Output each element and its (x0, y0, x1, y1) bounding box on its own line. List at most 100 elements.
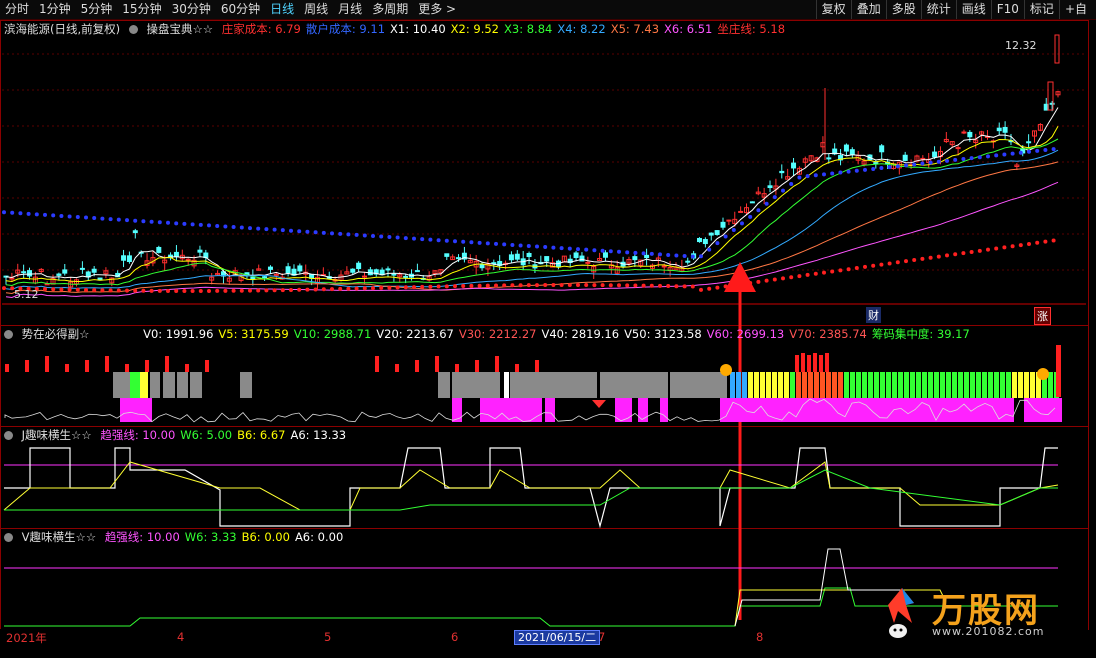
signal-block (660, 398, 668, 422)
cost-dot (813, 173, 818, 178)
indicator-menu-icon[interactable] (128, 25, 138, 34)
signal-block (120, 398, 152, 422)
cost-dot (1010, 244, 1015, 249)
cost-dot (649, 283, 654, 288)
cost-dot (354, 286, 359, 291)
cost-dot (969, 249, 974, 254)
cost-dot (1018, 243, 1023, 248)
main-indicator-name[interactable]: 操盘宝典☆☆ (146, 22, 213, 36)
indicator-value: V70: 2385.74 (789, 327, 867, 341)
cost-dot (551, 245, 556, 250)
cost-dot (84, 287, 88, 292)
axis-label: 2021年 (6, 631, 47, 645)
indicator-value: V0: 1991.96 (143, 327, 214, 341)
watermark-url: www.201082.com (932, 625, 1045, 638)
cost-dot (141, 288, 146, 293)
limit-up-mark[interactable]: 涨 (1034, 307, 1051, 325)
cost-dot (215, 223, 220, 228)
cost-dot (781, 276, 785, 281)
indicator-menu-icon[interactable] (4, 431, 13, 440)
cost-dot (822, 270, 826, 275)
cost-dot (764, 201, 769, 206)
status-bar (976, 372, 981, 398)
volume-bar (415, 360, 419, 372)
panel4-indicator-name[interactable]: V趣味横生☆☆ (22, 530, 97, 544)
cost-dot (469, 240, 474, 245)
cost-dot (125, 288, 129, 293)
cost-dot (1035, 240, 1040, 245)
cost-dot (239, 288, 244, 293)
cost-dot (108, 288, 113, 293)
indicator-value: V40: 2819.16 (541, 327, 620, 341)
status-bar (163, 372, 175, 398)
cost-dot (387, 235, 392, 240)
indicator-menu-icon[interactable] (4, 533, 13, 542)
candle-body (385, 268, 391, 271)
indicator-value: X4: 8.22 (557, 22, 606, 36)
cost-dot (608, 249, 613, 254)
cost-dot (395, 285, 400, 290)
candle-body (602, 252, 608, 258)
cost-dot (805, 272, 810, 277)
cost-dot (494, 241, 498, 246)
status-bar (1012, 372, 1017, 398)
cost-dot (945, 253, 949, 258)
candle-body (544, 256, 550, 262)
cost-dot (666, 284, 671, 289)
status-bar (670, 372, 727, 398)
cost-dot (625, 250, 630, 255)
cost-dot (608, 283, 613, 288)
signal-block (638, 398, 648, 422)
cost-dot (715, 241, 720, 246)
candle-body (702, 239, 708, 245)
cost-dot (674, 284, 679, 289)
cost-dot (502, 242, 507, 247)
cost-dot (576, 247, 580, 252)
indicator-menu-icon[interactable] (4, 330, 13, 339)
cost-dot (182, 221, 187, 226)
volume-bar (475, 360, 479, 372)
candle-body (644, 254, 650, 259)
cost-dot (731, 227, 736, 232)
status-bar (1000, 372, 1005, 398)
candle-body (62, 269, 68, 274)
cost-dot (256, 288, 261, 293)
cost-dot (182, 288, 187, 293)
candle-body (696, 237, 702, 243)
panel2-indicator-name[interactable]: 势在必得副☆ (22, 327, 90, 341)
candle-body (708, 232, 714, 236)
ma-line (5, 107, 1059, 279)
cost-dot (682, 284, 687, 289)
cost-dot (690, 254, 695, 259)
cost-dot (395, 235, 400, 240)
cost-dot (272, 227, 277, 232)
indicator-value: 坐庄线: 5.18 (717, 22, 786, 36)
cost-dot (485, 283, 490, 288)
panel3-indicator-name[interactable]: J趣味横生☆☆ (22, 428, 92, 442)
cost-dot (371, 233, 375, 238)
finance-mark[interactable]: 财 (866, 307, 881, 323)
cost-dot (715, 285, 720, 290)
status-bar (1018, 372, 1023, 398)
status-bar (916, 372, 921, 398)
candle-body (526, 252, 532, 258)
panel-border (0, 20, 1089, 326)
status-bar (994, 372, 999, 398)
status-bar (1006, 372, 1011, 398)
cost-dot (994, 153, 999, 158)
cost-dot (904, 259, 908, 264)
status-bar (778, 372, 783, 398)
cost-dot (879, 166, 884, 171)
cost-dot (157, 288, 162, 293)
cost-dot (313, 230, 318, 235)
status-bar (784, 372, 789, 398)
candle-body (126, 255, 132, 262)
status-bar (772, 372, 777, 398)
cost-dot (1035, 148, 1040, 153)
status-bar (1048, 372, 1053, 398)
cost-dot (403, 236, 408, 241)
signal-arrow-head (724, 262, 756, 292)
status-bar (730, 372, 735, 398)
cost-dot (797, 274, 802, 279)
cost-dot (264, 288, 269, 293)
